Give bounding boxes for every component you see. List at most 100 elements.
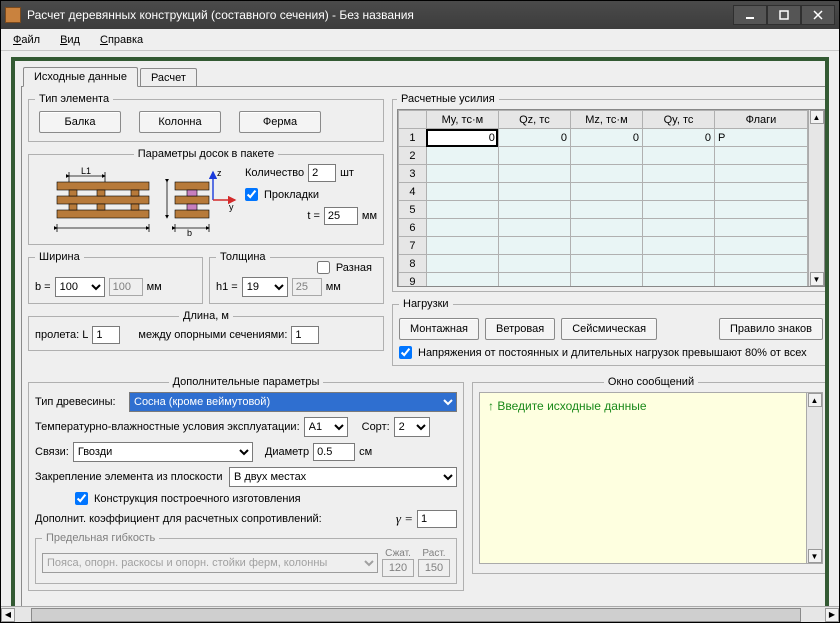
label-gaskets: Прокладки [264,189,319,201]
btn-signs[interactable]: Правило знаков [719,318,823,340]
svg-text:y: y [229,202,234,212]
input-b2 [109,278,143,296]
label-span: пролета: L [35,329,88,341]
check-stress80[interactable] [399,346,412,359]
btn-beam[interactable]: Балка [39,111,121,133]
tabstrip: Исходные данные Расчет [21,67,829,87]
unit-h: мм [326,281,341,293]
col-Qz[interactable]: Qz, тс [498,111,570,129]
table-row[interactable]: 4 [399,183,808,201]
legend-elem-type: Тип элемента [35,93,113,105]
unit-b: мм [147,281,162,293]
select-oop[interactable]: В двух местах [229,467,457,487]
titlebar: Расчет деревянных конструкций (составног… [1,1,839,29]
tab-input[interactable]: Исходные данные [23,67,138,87]
input-count[interactable] [308,164,336,182]
menu-file[interactable]: Файл [7,32,46,48]
input-h2 [292,278,322,296]
message-text: ↑ Введите исходные данные [488,399,814,413]
group-boards: Параметры досок в пакете [28,148,384,245]
table-row[interactable]: 1 0 0 0 0 P [399,129,808,147]
table-row[interactable]: 6 [399,219,808,237]
group-length: Длина, м пролета: L между опорными сечен… [28,310,384,351]
btn-mont[interactable]: Монтажная [399,318,479,340]
group-forces: Расчетные усилия My, тс·м Qz, тс [392,93,829,292]
tab-calc[interactable]: Расчет [140,68,197,87]
input-gamma[interactable] [417,510,457,528]
table-row[interactable]: 9 [399,273,808,287]
group-loads: Нагрузки Монтажная Ветровая Сейсмическая… [392,298,829,366]
label-stress80: Напряжения от постоянных и длительных на… [418,347,807,359]
btn-wind[interactable]: Ветровая [485,318,555,340]
select-temp[interactable]: А1 [304,417,348,437]
scroll-right-icon[interactable]: ▶ [825,608,839,622]
legend-extra: Дополнительные параметры [169,376,324,388]
check-onsite[interactable] [75,492,88,505]
hscroll-thumb[interactable] [31,608,801,622]
check-gaskets[interactable] [245,188,258,201]
legend-thickness: Толщина [216,251,270,263]
btn-truss[interactable]: Ферма [239,111,321,133]
unit-count: шт [340,167,354,179]
btn-column[interactable]: Колонна [139,111,221,133]
label-links: Связи: [35,446,69,458]
forces-grid[interactable]: My, тс·м Qz, тс Mz, тс·м Qy, тс Флаги [397,109,825,287]
close-button[interactable] [801,5,835,25]
input-between[interactable] [291,326,319,344]
label-gamma: Дополнит. коэффициент для расчетных сопр… [35,513,322,525]
label-b: b = [35,281,51,293]
scroll-up-icon[interactable]: ▲ [810,110,824,124]
group-messages: Окно сообщений ↑ Введите исходные данные… [472,376,829,574]
table-row[interactable]: 3 [399,165,808,183]
menu-help[interactable]: Справка [94,32,149,48]
dim-L1: L1 [81,166,91,176]
scroll-down-icon[interactable]: ▼ [808,549,822,563]
window-title: Расчет деревянных конструкций (составног… [27,8,733,22]
symbol-gamma: γ = [396,511,413,527]
client-area: Исходные данные Расчет Тип элемента Балк… [1,51,839,606]
svg-text:z: z [217,168,222,178]
grid-vscroll[interactable]: ▲ ▼ [808,110,824,286]
label-diff: Разная [336,262,372,274]
check-diff[interactable] [317,261,330,274]
table-row[interactable]: 5 [399,201,808,219]
input-diam[interactable] [313,443,355,461]
label-wood: Тип древесины: [35,396,125,408]
input-span[interactable] [92,326,120,344]
col-Mz[interactable]: Mz, тс·м [570,111,642,129]
window-hscroll[interactable]: ◀ ▶ [1,606,839,622]
svg-text:b: b [187,228,192,238]
group-thickness: Толщина Разная h1 = 19 мм [209,251,384,304]
boards-diagram: L1 [37,164,237,238]
grid-corner[interactable] [399,111,427,129]
legend-loads: Нагрузки [399,298,453,310]
minimize-button[interactable] [733,5,767,25]
scroll-up-icon[interactable]: ▲ [808,393,822,407]
table-row[interactable]: 7 [399,237,808,255]
group-width: Ширина b = 100 мм [28,251,203,304]
group-extra: Дополнительные параметры Тип древесины: … [28,376,464,591]
select-b[interactable]: 100 [55,277,105,297]
col-Flags[interactable]: Флаги [715,111,808,129]
input-t[interactable] [324,207,358,225]
menu-view[interactable]: Вид [54,32,86,48]
select-h1[interactable]: 19 [242,277,288,297]
cell-selected[interactable]: 0 [426,129,498,147]
label-comp: Сжат. [382,548,414,559]
select-grade[interactable]: 2 [394,417,430,437]
select-links[interactable]: Гвозди [73,442,253,462]
scroll-down-icon[interactable]: ▼ [810,272,824,286]
btn-seis[interactable]: Сейсмическая [561,318,657,340]
maximize-button[interactable] [767,5,801,25]
table-row[interactable]: 8 [399,255,808,273]
messages-vscroll[interactable]: ▲ ▼ [806,393,822,563]
col-My[interactable]: My, тс·м [426,111,498,129]
col-Qy[interactable]: Qy, тс [642,111,714,129]
select-wood[interactable]: Сосна (кроме веймутовой) [129,392,457,412]
scroll-left-icon[interactable]: ◀ [1,608,15,622]
select-slender: Пояса, опорн. раскосы и опорн. стойки фе… [42,553,378,573]
input-comp [382,559,414,577]
label-grade: Сорт: [362,421,390,433]
legend-messages: Окно сообщений [604,376,698,388]
table-row[interactable]: 2 [399,147,808,165]
